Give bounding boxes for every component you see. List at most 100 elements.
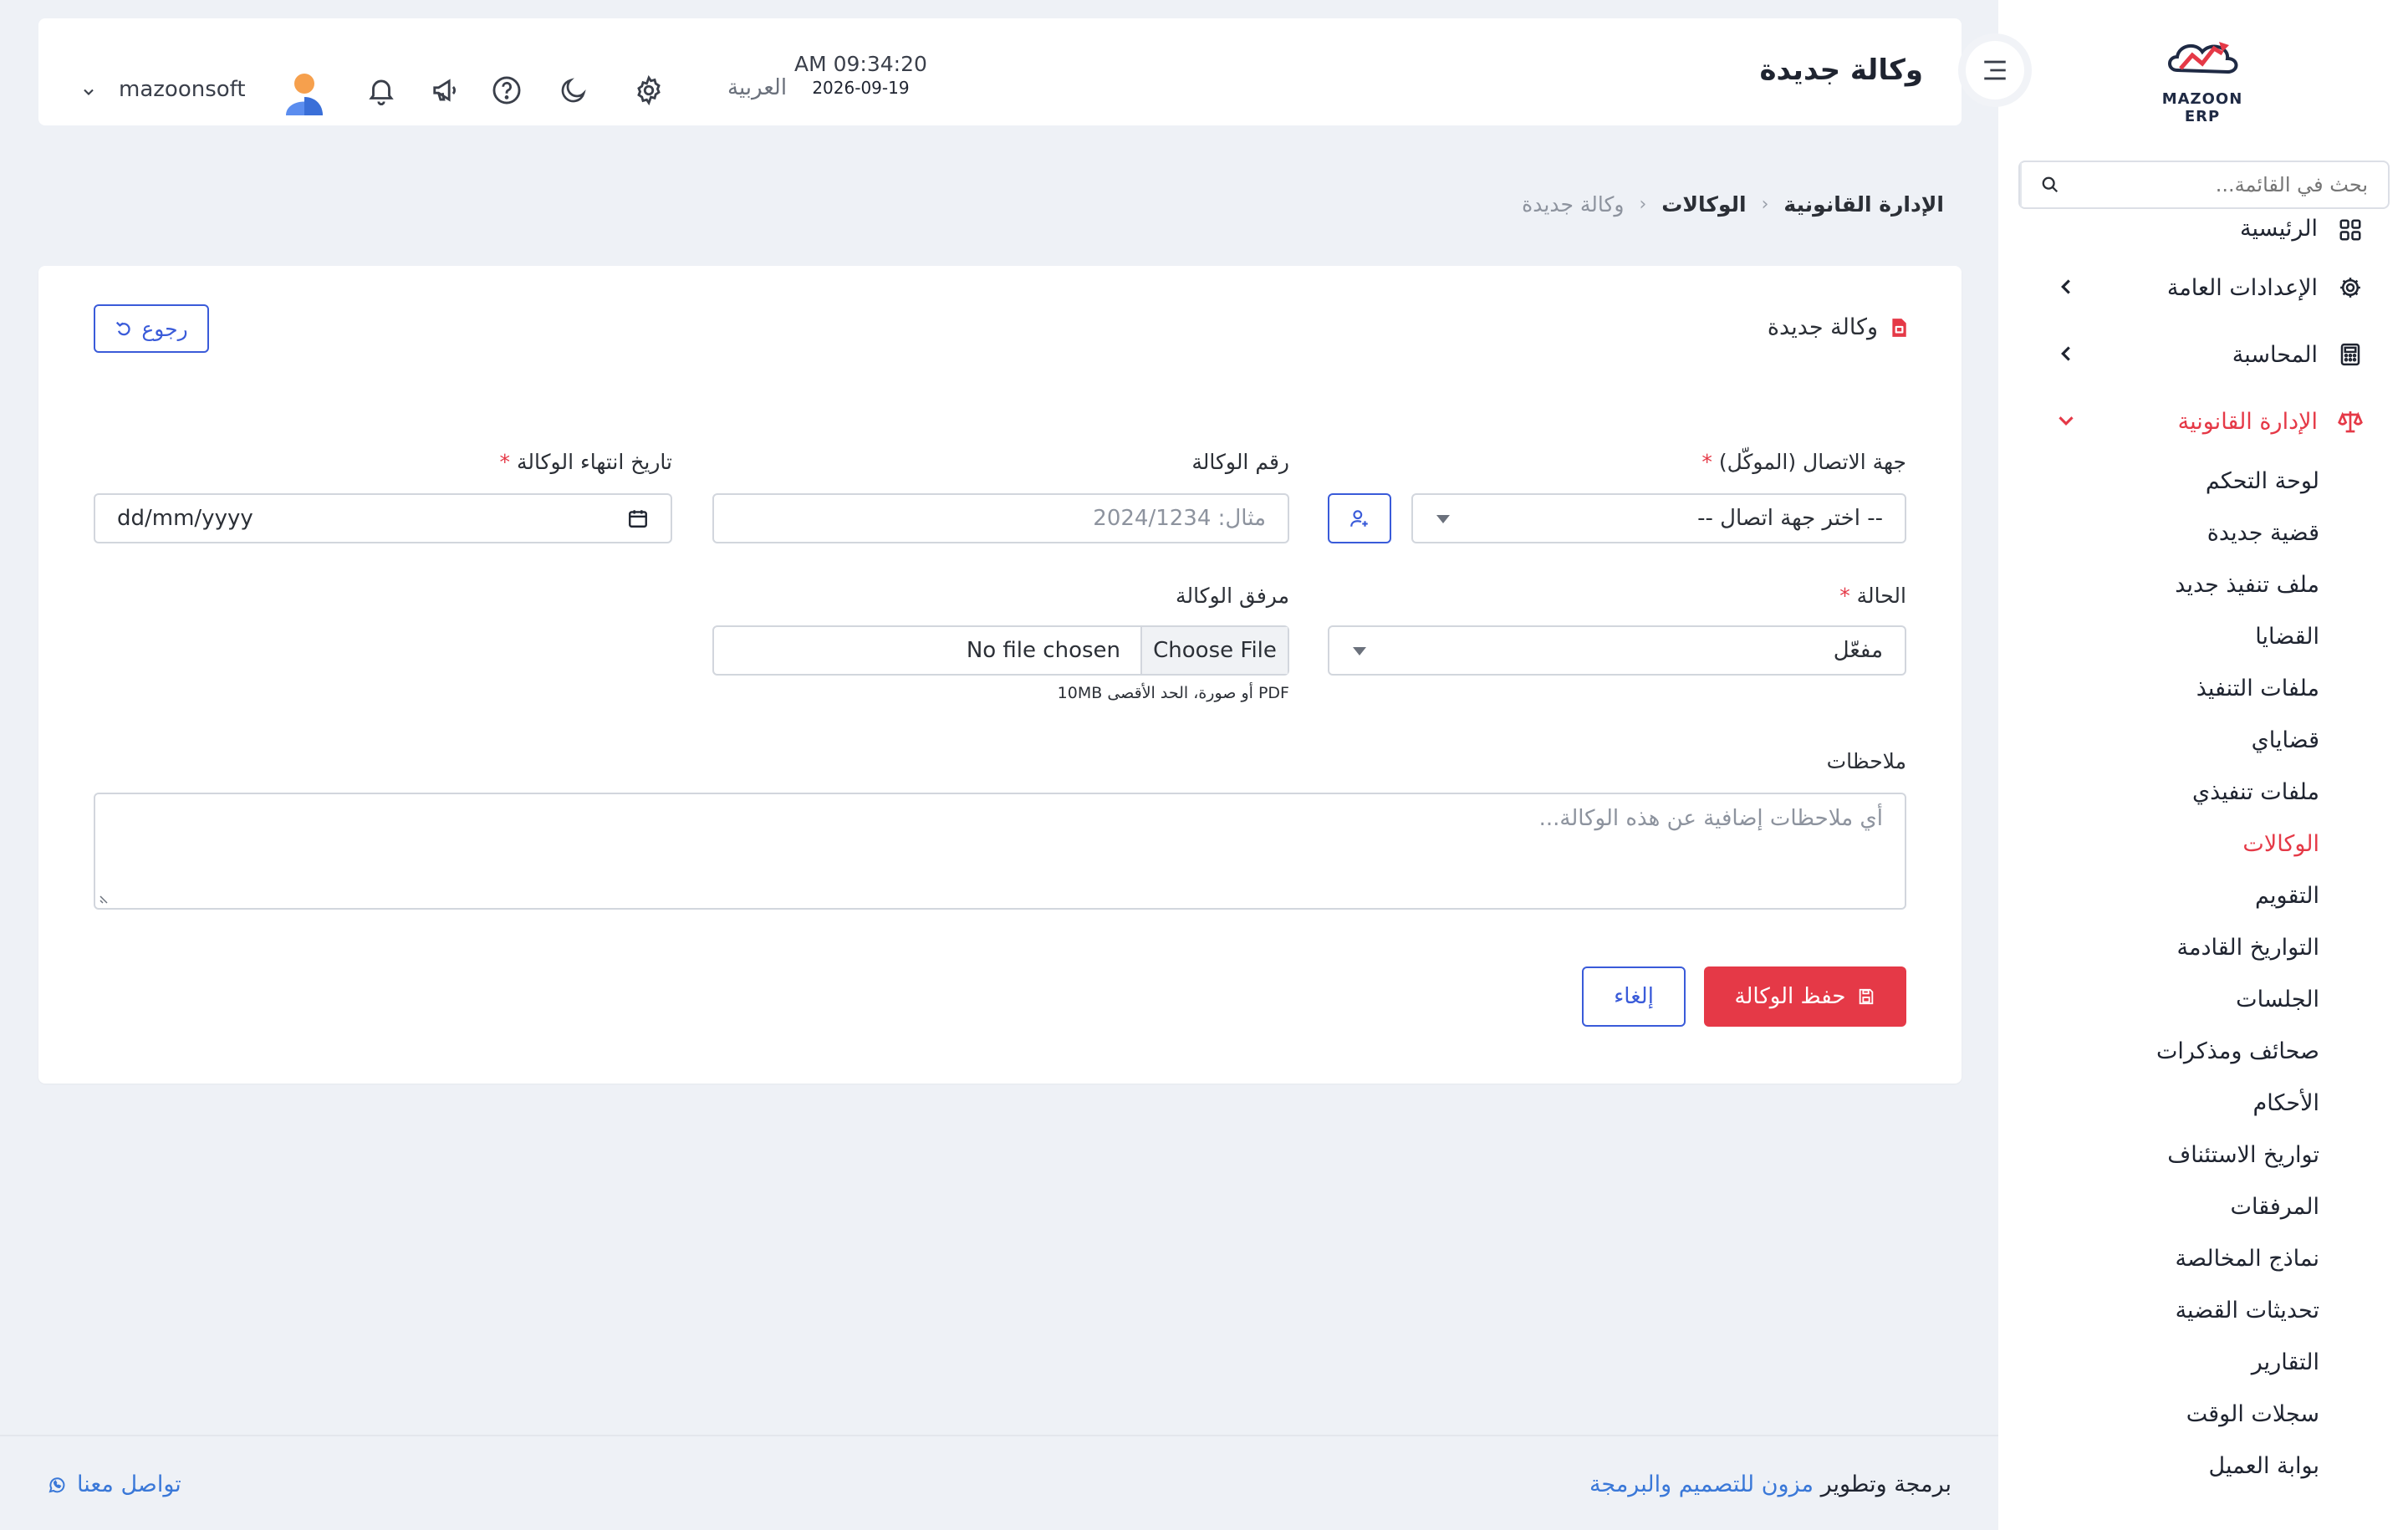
save-label: حفظ الوكالة	[1734, 984, 1846, 1009]
submenu-item[interactable]: الأحكام	[1998, 1077, 2319, 1129]
submenu-item[interactable]: قضاياي	[1998, 714, 2319, 766]
submenu-item[interactable]: ملفات التنفيذ	[1998, 662, 2319, 714]
submenu-item[interactable]: نماذج المخالصة	[1998, 1232, 2320, 1284]
sidebar-item-accounting[interactable]: المحاسبة	[1998, 321, 2408, 388]
notes-textarea[interactable]: أي ملاحظات إضافية عن هذه الوكالة...	[94, 793, 1906, 910]
contact-select[interactable]: -- اختر جهة اتصال --	[1411, 493, 1906, 543]
number-label: رقم الوكالة	[1191, 450, 1289, 474]
resize-handle-icon[interactable]	[99, 891, 112, 905]
sidebar-item-label: الإعدادات العامة	[2166, 274, 2318, 301]
page-title: وكالة جديدة	[1759, 54, 1923, 87]
contact-label: جهة الاتصال (الموكّل) *	[1701, 450, 1906, 474]
sidebar-item-general-settings[interactable]: الإعدادات العامة	[1998, 254, 2408, 321]
expiry-date-input[interactable]: dd/mm/yyyy	[94, 493, 672, 543]
moon-icon	[561, 78, 586, 103]
number-input-placeholder: مثال: 2024/1234	[1093, 506, 1266, 531]
breadcrumb: الإدارة القانونية ‹ الوكالات ‹ وكالة جدي…	[1522, 192, 1944, 217]
status-select-value: مفعّل	[1833, 638, 1883, 663]
number-input[interactable]: مثال: 2024/1234	[712, 493, 1289, 543]
attachment-label: مرفق الوكالة	[1176, 584, 1289, 608]
logo-icon	[2168, 42, 2238, 74]
chevron-down-icon[interactable]	[80, 84, 97, 100]
help-button[interactable]	[488, 72, 525, 109]
submenu-item[interactable]: صحائف ومذكرات	[1998, 1025, 2319, 1077]
contact-us-label: تواصل معنا	[77, 1471, 181, 1497]
sidebar-item-home[interactable]: الرئيسية	[1998, 216, 2408, 254]
submenu-item[interactable]: قضية جديدة	[1998, 507, 2319, 558]
submenu-item[interactable]: تحديثات القضية	[1998, 1284, 2319, 1336]
submenu-item[interactable]: ملفات تنفيذي	[1998, 766, 2319, 818]
footer-credit-prefix: برمجة وتطوير	[1820, 1471, 1951, 1497]
announcements-button[interactable]	[428, 72, 465, 109]
sidebar-search	[2018, 161, 2390, 209]
chevron-left-icon	[2061, 346, 2070, 361]
back-button[interactable]: رجوع	[94, 304, 209, 353]
submenu-item[interactable]: التقارير	[1998, 1336, 2319, 1388]
breadcrumb-current: وكالة جديدة	[1522, 192, 1625, 217]
footer: برمجة وتطوير مزون للتصميم والبرمجة تواصل…	[0, 1435, 1998, 1530]
save-button[interactable]: حفظ الوكالة	[1704, 966, 1906, 1027]
whatsapp-icon	[48, 1476, 65, 1492]
user-plus-icon	[1350, 510, 1368, 527]
megaphone-icon	[433, 79, 456, 102]
submenu-item[interactable]: المرفقات	[1998, 1181, 2319, 1232]
scale-icon	[2336, 407, 2365, 436]
attachment-file-input[interactable]: Choose File No file chosen	[712, 625, 1289, 676]
submenu-item[interactable]: بوابة العميل	[1998, 1440, 2320, 1492]
file-pdf-icon	[1892, 318, 1906, 337]
legal-submenu: لوحة التحكم قضية جديدة ملف تنفيذ جديد ال…	[1998, 455, 2408, 1492]
calendar-icon[interactable]	[627, 507, 649, 529]
contact-label-text: جهة الاتصال (الموكّل)	[1718, 450, 1906, 474]
submenu-item[interactable]: لوحة التحكم	[1998, 455, 2319, 507]
submenu-item[interactable]: التقويم	[1998, 870, 2319, 921]
submenu-item[interactable]: التواريخ القادمة	[1998, 921, 2319, 973]
add-contact-button[interactable]	[1328, 493, 1391, 543]
expiry-label: تاريخ انتهاء الوكالة *	[500, 450, 672, 474]
sidebar-item-legal[interactable]: الإدارة القانونية	[1998, 388, 2408, 455]
card-title-text: وكالة جديدة	[1767, 314, 1878, 340]
notes-label: ملاحظات	[1826, 749, 1906, 773]
back-label: رجوع	[141, 316, 188, 341]
status-select[interactable]: مفعّل	[1328, 625, 1906, 676]
required-mark: *	[499, 450, 511, 474]
contact-us-link[interactable]: تواصل معنا	[47, 1471, 181, 1497]
submenu-item-active[interactable]: الوكالات	[1998, 818, 2319, 870]
submenu-item[interactable]: تواريخ الاستئناف	[1998, 1129, 2319, 1181]
menu-icon	[1984, 60, 2006, 80]
submenu-item[interactable]: القضايا	[1998, 610, 2319, 662]
search-button[interactable]	[2020, 162, 2079, 207]
caret-down-icon	[1353, 647, 1366, 655]
username[interactable]: mazoonsoft	[119, 77, 246, 102]
avatar[interactable]	[284, 72, 324, 115]
clock-date: 2026-09-19	[812, 78, 910, 98]
chevron-left-icon: ‹	[1761, 194, 1769, 215]
choose-file-button[interactable]: Choose File	[1140, 627, 1288, 674]
language-switch[interactable]: العربية	[727, 75, 787, 100]
chevron-down-icon	[2059, 416, 2074, 426]
submenu-item[interactable]: ملف تنفيذ جديد	[1998, 558, 2319, 610]
cancel-button[interactable]: إلغاء	[1582, 966, 1686, 1027]
sidebar: MAZOON ERP الرئيسية الإعدادات العامة الم…	[1998, 0, 2408, 1530]
breadcrumb-root[interactable]: الإدارة القانونية	[1783, 192, 1944, 217]
notifications-button[interactable]	[363, 72, 400, 109]
sidebar-search-input[interactable]	[2079, 162, 2388, 207]
logo[interactable]: MAZOON ERP	[2144, 33, 2261, 125]
logo-text: MAZOON ERP	[2161, 90, 2243, 125]
status-label: الحالة *	[1839, 584, 1906, 608]
submenu-item[interactable]: الجلسات	[1998, 973, 2319, 1025]
undo-icon	[116, 321, 130, 336]
sidebar-item-label: الرئيسية	[2240, 216, 2318, 242]
breadcrumb-section[interactable]: الوكالات	[1661, 192, 1746, 217]
status-label-text: الحالة	[1856, 584, 1906, 608]
required-mark: *	[1701, 450, 1712, 474]
required-mark: *	[1839, 584, 1850, 608]
clock-time: AM 09:34:20	[794, 52, 927, 76]
dark-mode-toggle[interactable]	[555, 72, 592, 109]
footer-credit-link[interactable]: مزون للتصميم والبرمجة	[1589, 1471, 1814, 1497]
settings-button[interactable]	[630, 72, 667, 109]
sidebar-toggle-button[interactable]	[1958, 33, 2032, 107]
help-circle-icon	[492, 76, 521, 105]
submenu-item[interactable]: سجلات الوقت	[1998, 1388, 2319, 1440]
chevron-left-icon: ‹	[1639, 194, 1647, 215]
clock: AM 09:34:20 2026-09-19	[794, 52, 927, 98]
